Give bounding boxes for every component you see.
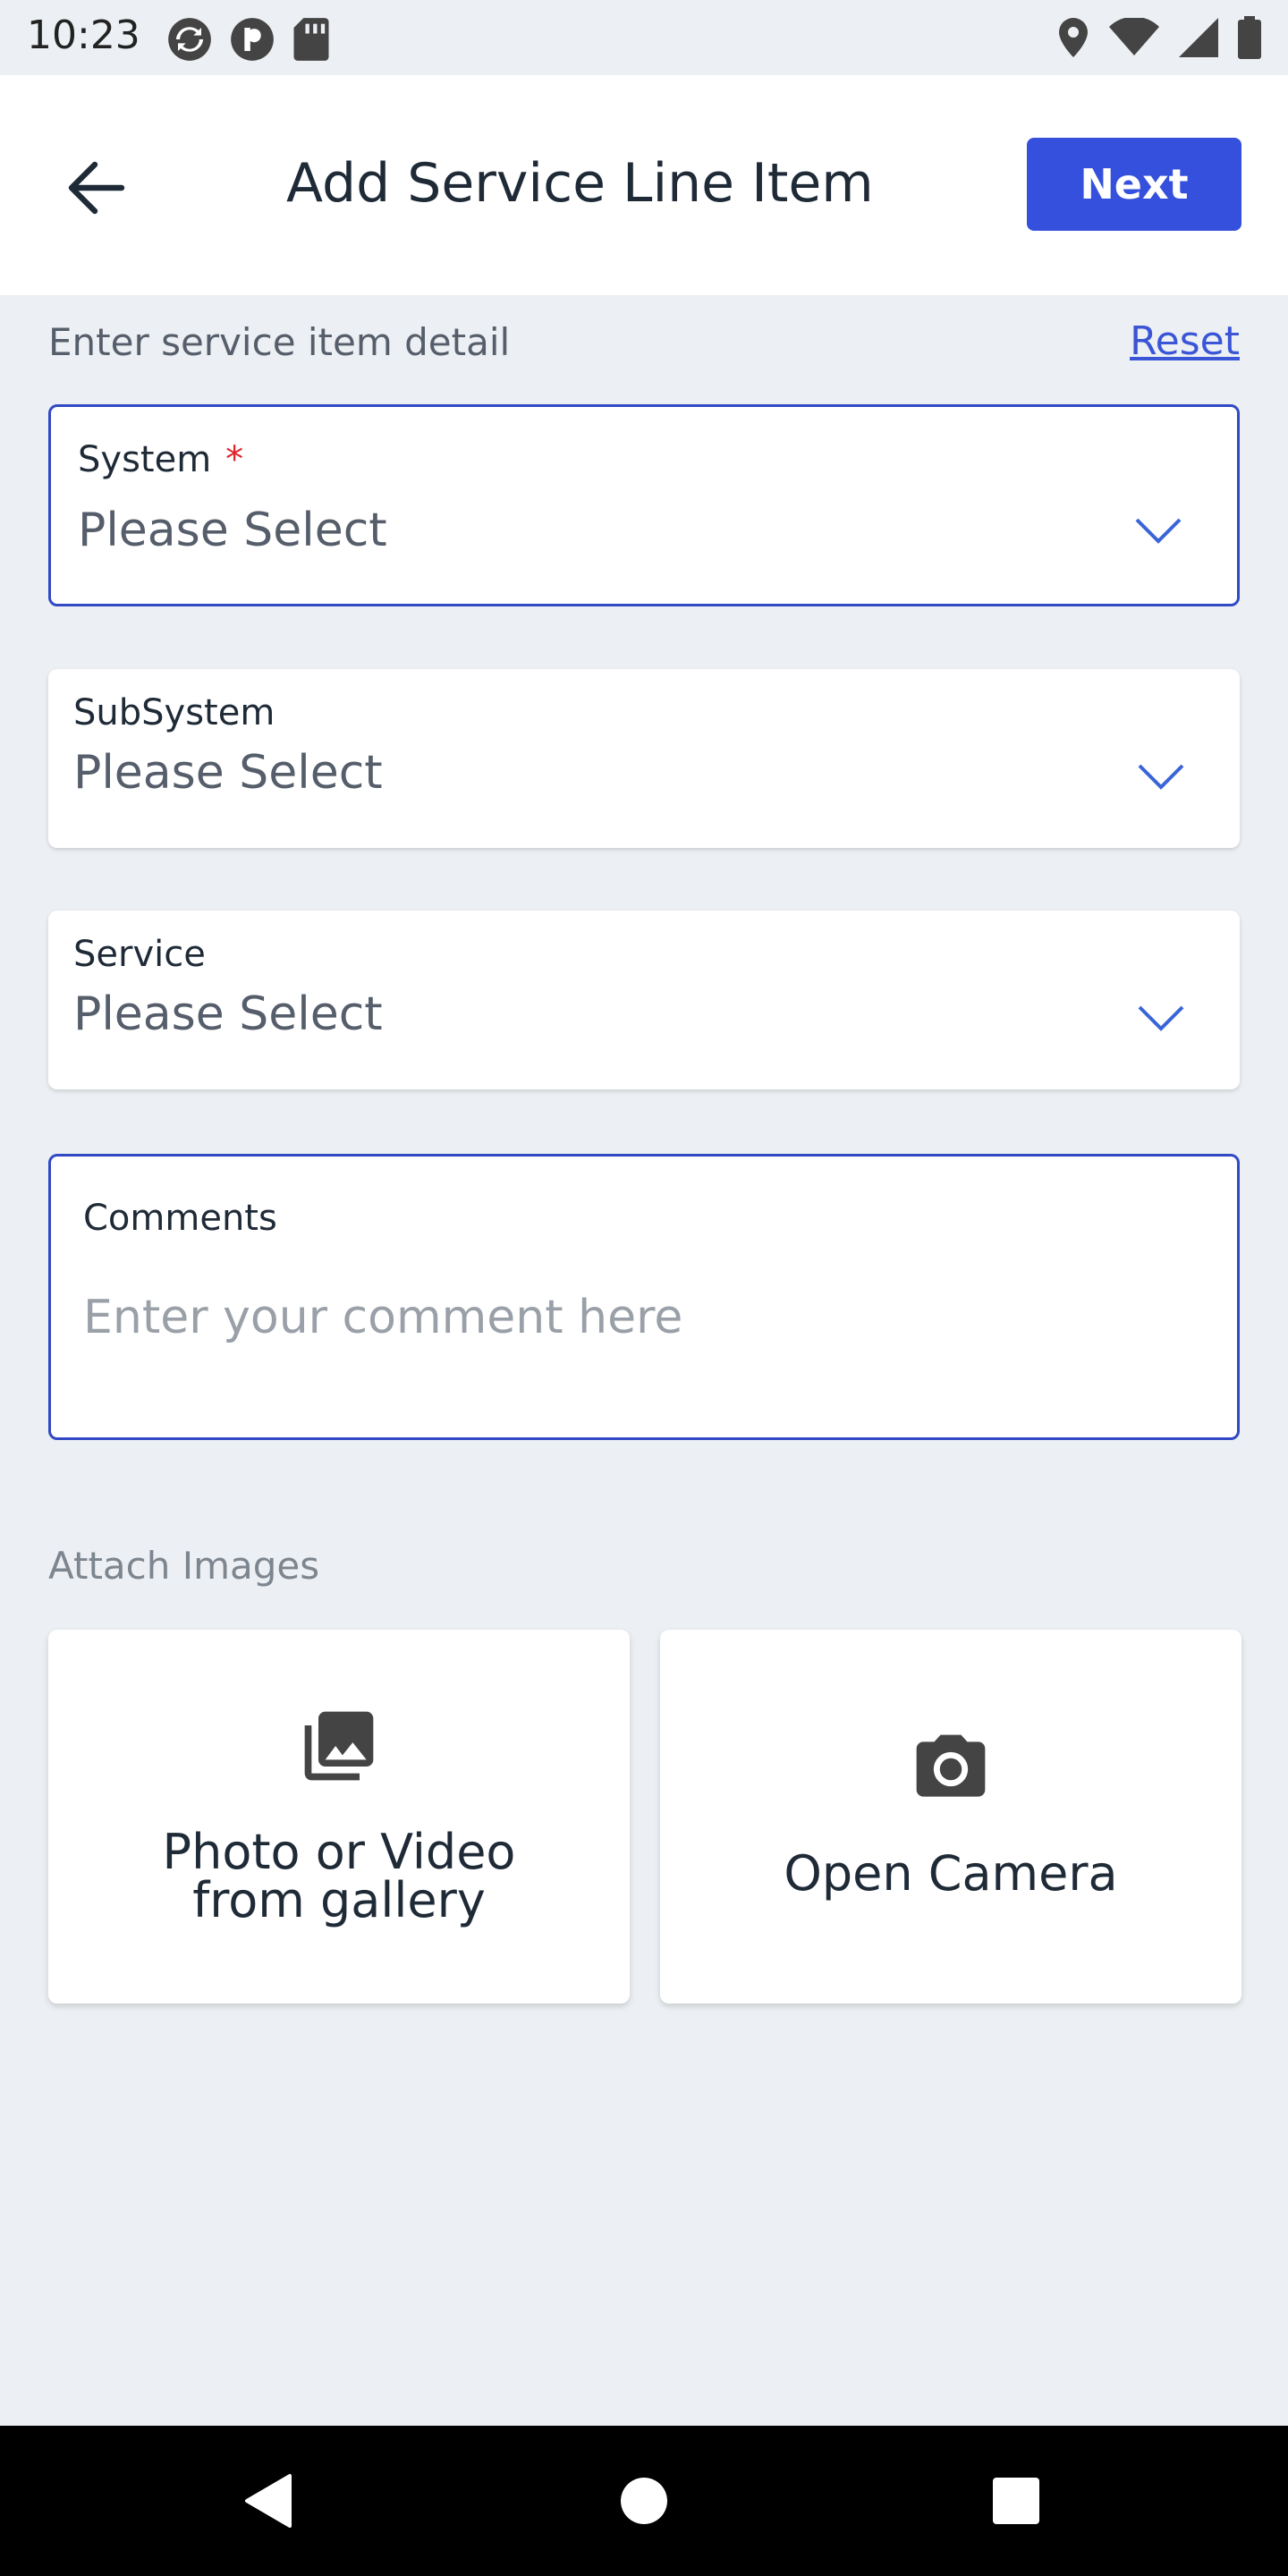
system-select[interactable]: System * Please Select: [48, 404, 1240, 606]
chevron-down-icon: [1138, 1005, 1184, 1031]
status-notification-icons: [166, 16, 331, 63]
service-value: Please Select: [73, 987, 383, 1041]
battery-icon: [1238, 16, 1261, 59]
service-select[interactable]: Service Please Select: [48, 911, 1240, 1089]
app-bar: Add Service Line Item Next: [0, 75, 1288, 295]
back-button[interactable]: [54, 145, 140, 231]
system-label: System *: [78, 439, 243, 480]
reset-link[interactable]: Reset: [1130, 318, 1240, 364]
service-label: Service: [73, 934, 206, 975]
open-camera-label: Open Camera: [784, 1845, 1118, 1902]
status-bar: 10:23: [0, 0, 1288, 75]
subsystem-select[interactable]: SubSystem Please Select: [48, 669, 1240, 848]
nav-home-button[interactable]: [605, 2462, 683, 2540]
status-system-icons: [1057, 16, 1261, 59]
chevron-down-icon: [1135, 518, 1182, 544]
subsystem-label: SubSystem: [73, 692, 275, 733]
nav-back-button[interactable]: [229, 2462, 308, 2540]
form-subtitle: Enter service item detail: [48, 320, 511, 364]
location-icon: [1059, 18, 1088, 57]
status-time: 10:23: [27, 13, 140, 58]
gallery-label-line1: Photo or Video: [162, 1824, 516, 1880]
system-value: Please Select: [78, 504, 387, 557]
photo-library-icon: [304, 1711, 374, 1781]
comments-label: Comments: [83, 1198, 277, 1239]
arrow-back-icon: [68, 161, 125, 215]
gallery-label-line2: from gallery: [192, 1872, 486, 1928]
required-marker: *: [225, 439, 244, 480]
nav-recents-button[interactable]: [977, 2462, 1055, 2540]
attach-images-title: Attach Images: [48, 1544, 320, 1588]
signal-icon: [1179, 18, 1218, 57]
recents-square-icon: [993, 2478, 1039, 2524]
chevron-down-icon: [1138, 764, 1184, 790]
sync-icon: [168, 18, 211, 61]
subsystem-value: Please Select: [73, 746, 383, 800]
system-label-text: System: [78, 439, 212, 480]
sd-card-icon: [293, 18, 329, 61]
back-triangle-icon: [245, 2474, 292, 2528]
next-button[interactable]: Next: [1027, 138, 1241, 231]
pocket-app-icon: [231, 18, 274, 61]
system-nav-bar: [0, 2426, 1288, 2576]
camera-icon: [916, 1734, 986, 1797]
comments-field: Comments: [48, 1154, 1240, 1440]
home-circle-icon: [621, 2478, 667, 2524]
open-camera-button[interactable]: Open Camera: [660, 1630, 1241, 2004]
gallery-button[interactable]: Photo or Video from gallery: [48, 1630, 630, 2004]
comments-input[interactable]: [83, 1282, 1192, 1353]
page-title: Add Service Line Item: [286, 152, 874, 215]
wifi-icon: [1109, 18, 1159, 55]
